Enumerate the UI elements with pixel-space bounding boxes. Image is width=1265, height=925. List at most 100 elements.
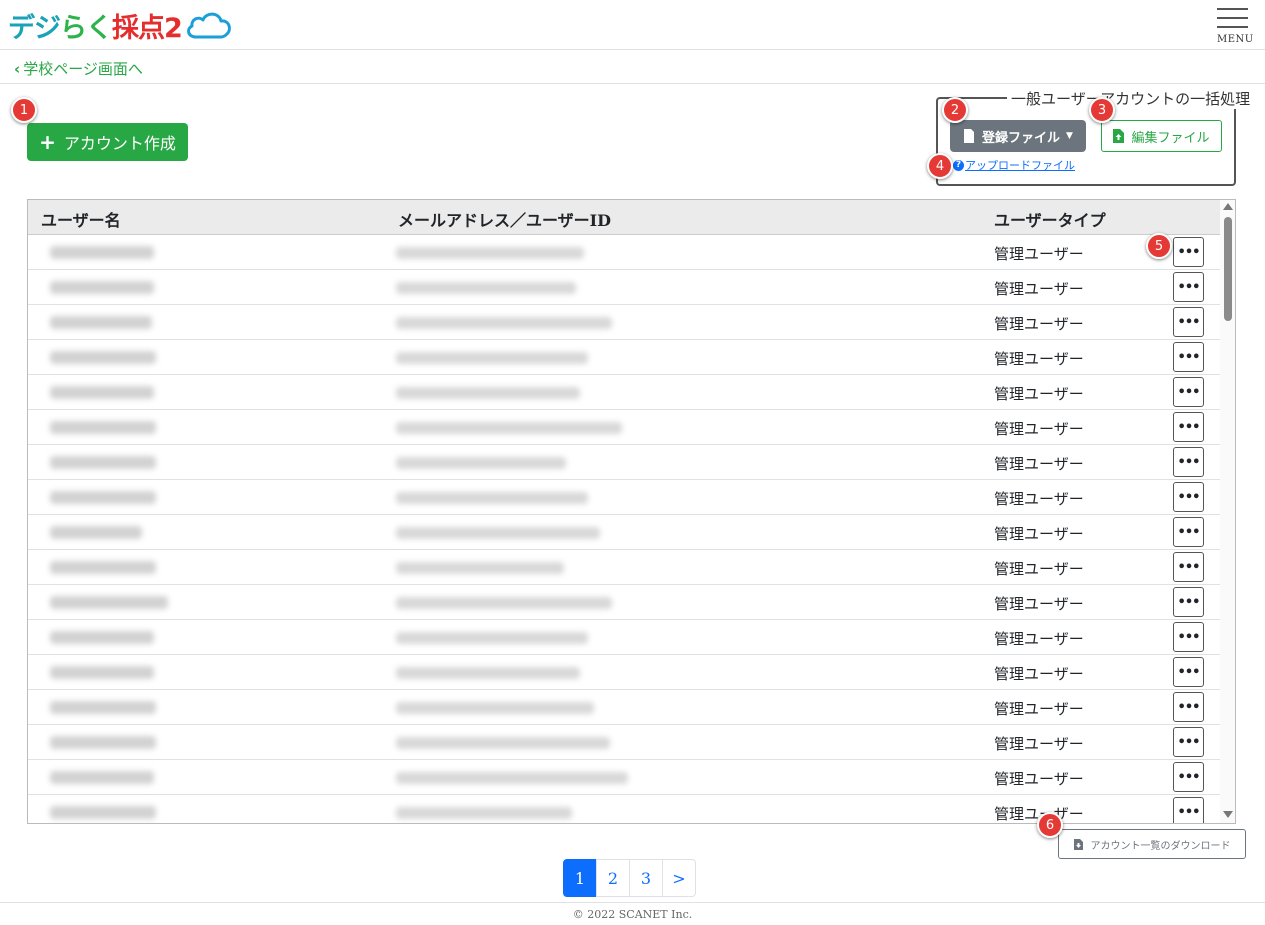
row-actions-button[interactable]: ••• (1173, 307, 1204, 337)
user-type-cell: 管理ユーザー (994, 280, 1084, 298)
upload-file-help-link[interactable]: ? アップロードファイル (953, 157, 1075, 173)
redacted-email (396, 807, 572, 819)
menu-label: MENU (1217, 34, 1254, 45)
redacted-username (50, 456, 156, 469)
table-row: 管理ユーザー ••• (28, 235, 1220, 270)
redacted-email (396, 352, 588, 364)
redacted-email (396, 317, 612, 329)
bulk-processing-legend: 一般ユーザーアカウントの一括処理 (1007, 88, 1255, 109)
scroll-down-arrow-icon[interactable] (1223, 811, 1233, 818)
row-actions-button[interactable]: ••• (1173, 552, 1204, 582)
user-type-cell: 管理ユーザー (994, 700, 1084, 718)
download-account-list-button[interactable]: アカウント一覧のダウンロード (1058, 829, 1246, 859)
menu-button[interactable]: MENU (1214, 6, 1253, 46)
file-download-icon (1073, 838, 1083, 850)
redacted-email (396, 702, 594, 714)
row-actions-button[interactable]: ••• (1173, 272, 1204, 302)
page-link-1[interactable]: 1 (563, 859, 597, 897)
back-to-school-page-link[interactable]: ‹ 学校ページ画面へ (14, 58, 143, 79)
table-row: 管理ユーザー ••• (28, 725, 1220, 760)
redacted-username (50, 351, 156, 364)
redacted-email (396, 562, 564, 574)
redacted-username (50, 246, 154, 259)
file-icon (964, 129, 975, 143)
row-actions-button[interactable]: ••• (1173, 377, 1204, 407)
user-type-cell: 管理ユーザー (994, 525, 1084, 543)
chevron-left-icon: ‹ (14, 59, 21, 78)
edit-file-label: 編集ファイル (1131, 130, 1210, 146)
user-type-cell: 管理ユーザー (994, 735, 1084, 753)
column-header-usertype: ユーザータイプ (994, 211, 1106, 230)
row-actions-button[interactable]: ••• (1173, 587, 1204, 617)
user-type-cell: 管理ユーザー (994, 595, 1084, 613)
user-type-cell: 管理ユーザー (994, 245, 1084, 263)
user-type-cell: 管理ユーザー (994, 665, 1084, 683)
hamburger-bar (1217, 26, 1248, 28)
cloud-icon (186, 12, 231, 39)
table-row: 管理ユーザー ••• (28, 445, 1220, 480)
row-actions-button[interactable]: ••• (1173, 517, 1204, 547)
redacted-email (396, 247, 584, 259)
edit-file-button[interactable]: 編集ファイル (1101, 120, 1222, 152)
redacted-email (396, 492, 588, 504)
redacted-email (396, 632, 588, 644)
redacted-username (50, 561, 156, 574)
redacted-username (50, 421, 156, 434)
hamburger-icon (1217, 8, 1248, 10)
row-actions-button[interactable]: ••• (1173, 342, 1204, 372)
table-scrollbar[interactable] (1220, 200, 1235, 823)
register-file-dropdown-button[interactable]: 登録ファイル ▼ (950, 120, 1086, 152)
redacted-email (396, 527, 600, 539)
account-table: ユーザー名 メールアドレス／ユーザーID ユーザータイプ 管理ユーザー ••• 管理… (27, 199, 1236, 824)
row-actions-button[interactable]: ••• (1173, 692, 1204, 722)
hamburger-bar (1217, 17, 1248, 19)
redacted-username (50, 666, 154, 679)
redacted-username (50, 806, 156, 819)
page-link-2[interactable]: 2 (596, 859, 630, 897)
redacted-username (50, 596, 168, 609)
table-row: 管理ユーザー ••• (28, 550, 1220, 585)
page-next-link[interactable]: > (662, 859, 696, 897)
table-row: 管理ユーザー ••• (28, 480, 1220, 515)
row-actions-button[interactable]: ••• (1173, 482, 1204, 512)
create-account-button[interactable]: + アカウント作成 (27, 123, 188, 161)
row-actions-button[interactable]: ••• (1173, 657, 1204, 687)
row-actions-button[interactable]: ••• (1173, 237, 1204, 267)
app-header: デジらく採点2 MENU (0, 0, 1265, 50)
redacted-username (50, 736, 156, 749)
redacted-email (396, 737, 610, 749)
scrollbar-thumb[interactable] (1224, 217, 1232, 321)
redacted-username (50, 316, 152, 329)
user-type-cell: 管理ユーザー (994, 420, 1084, 438)
scroll-up-arrow-icon[interactable] (1223, 203, 1233, 210)
row-actions-button[interactable]: ••• (1173, 447, 1204, 477)
row-actions-button[interactable]: ••• (1173, 797, 1204, 823)
table-row: 管理ユーザー ••• (28, 375, 1220, 410)
annotation-badge-5: 5 (1146, 233, 1172, 259)
annotation-badge-3: 3 (1089, 97, 1115, 123)
row-actions-button[interactable]: ••• (1173, 622, 1204, 652)
redacted-username (50, 491, 156, 504)
annotation-badge-1: 1 (11, 97, 37, 123)
table-row: 管理ユーザー ••• (28, 655, 1220, 690)
row-actions-button[interactable]: ••• (1173, 762, 1204, 792)
table-row: 管理ユーザー ••• (28, 585, 1220, 620)
app-logo[interactable]: デジらく採点2 (8, 8, 234, 44)
annotation-badge-4: 4 (927, 153, 953, 179)
download-list-label: アカウント一覧のダウンロード (1090, 840, 1231, 852)
table-row: 管理ユーザー ••• (28, 690, 1220, 725)
table-row: 管理ユーザー ••• (28, 410, 1220, 445)
row-actions-button[interactable]: ••• (1173, 412, 1204, 442)
redacted-email (396, 772, 628, 784)
user-type-cell: 管理ユーザー (994, 350, 1084, 368)
redacted-username (50, 386, 154, 399)
redacted-username (50, 631, 154, 644)
page-link-3[interactable]: 3 (629, 859, 663, 897)
pagination: 1 2 3 > (563, 859, 696, 897)
column-header-email: メールアドレス／ユーザーID (398, 211, 612, 230)
plus-icon: + (39, 130, 56, 154)
back-link-label: 学校ページ画面へ (23, 60, 143, 78)
row-actions-button[interactable]: ••• (1173, 727, 1204, 757)
table-row: 管理ユーザー ••• (28, 760, 1220, 795)
redacted-email (396, 667, 580, 679)
